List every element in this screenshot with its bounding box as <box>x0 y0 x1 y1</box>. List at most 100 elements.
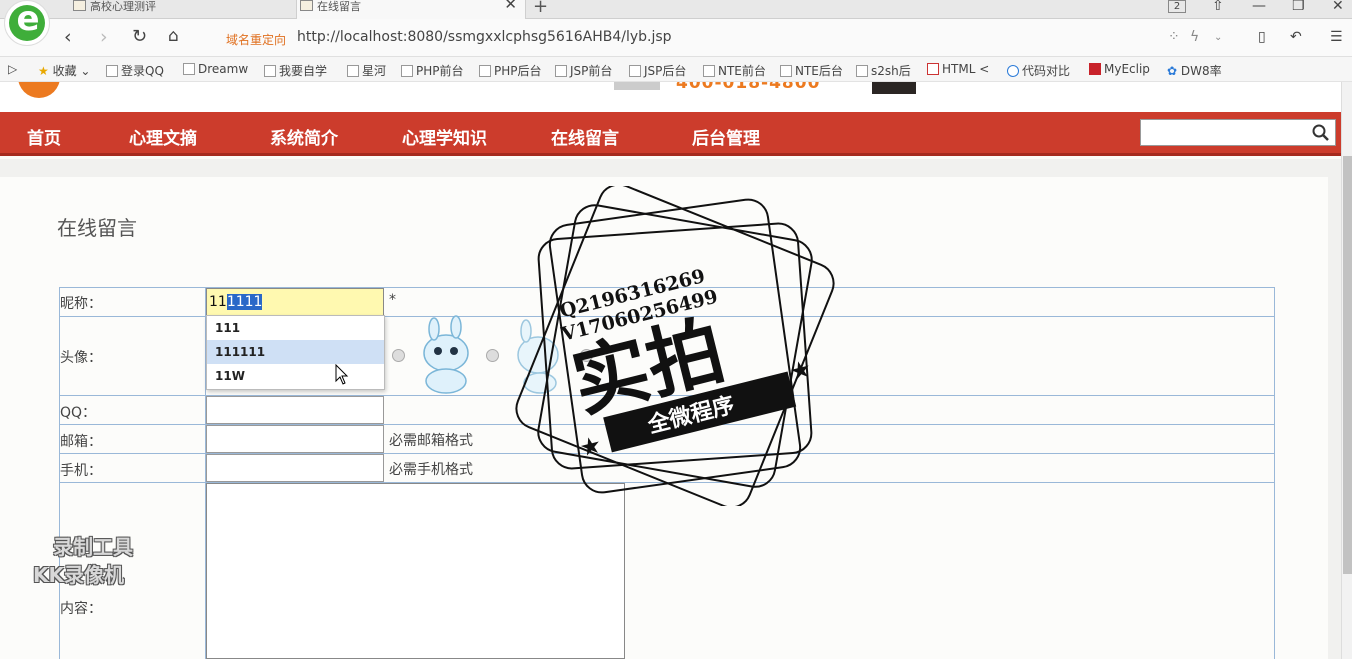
tab-online-message[interactable]: 在线留言 ✕ <box>296 0 526 20</box>
autocomplete-option[interactable]: 11W <box>207 364 384 388</box>
bookmark-item[interactable]: s2sh后 <box>856 62 911 79</box>
menu-icon[interactable]: ☰ <box>1330 29 1343 45</box>
recorder-watermark: 录制工具 KK录像机 <box>33 533 133 589</box>
bookmark-item[interactable]: HTML < <box>927 62 989 76</box>
reload-icon[interactable]: ↻ <box>132 26 147 47</box>
phone-hint: 必需手机格式 <box>389 462 473 478</box>
nickname-typed-text: 11 <box>209 294 227 310</box>
chevron-down-icon[interactable]: ⌄ <box>1214 32 1222 43</box>
nickname-input[interactable]: 111111 <box>206 288 384 316</box>
phone-input[interactable] <box>206 454 384 482</box>
page-icon <box>300 0 313 11</box>
nav-home[interactable]: 首页 <box>27 124 61 149</box>
browser-window: 高校心理测评 在线留言 ✕ + 2 ⇧ — ❐ ✕ e ‹ › ↻ ⌂ 域名重定… <box>0 0 1352 659</box>
redirect-label[interactable]: 域名重定向 <box>226 31 286 48</box>
page-scrollbar[interactable] <box>1341 82 1352 659</box>
phone-label: 手机： <box>60 463 102 479</box>
page-icon <box>780 65 792 77</box>
page-icon <box>73 0 86 11</box>
close-icon[interactable]: ✕ <box>504 0 517 12</box>
header-decoration <box>614 82 660 90</box>
tab-bar: 高校心理测评 在线留言 ✕ + 2 ⇧ — ❐ ✕ <box>0 0 1352 20</box>
nickname-label: 昵称： <box>60 296 102 312</box>
apps-icon[interactable]: ⁘ <box>1168 29 1180 45</box>
nav-psych-knowledge[interactable]: 心理学知识 <box>402 124 487 149</box>
restore-icon[interactable]: ❐ <box>1292 0 1305 14</box>
nav-psych-digest[interactable]: 心理文摘 <box>129 124 197 149</box>
page-icon <box>479 65 491 77</box>
avatar-radio[interactable] <box>392 349 405 362</box>
lightning-icon[interactable]: ϟ <box>1190 29 1199 45</box>
tab-label: 高校心理测评 <box>90 0 156 13</box>
back-icon[interactable]: ‹ <box>64 26 72 48</box>
bookmark-item[interactable]: ★ 收藏 ⌄ <box>38 62 90 79</box>
qq-label: QQ： <box>60 405 97 421</box>
dreamweaver-icon <box>183 63 195 75</box>
email-input[interactable] <box>206 425 384 453</box>
logo-e-icon: e <box>16 0 40 39</box>
pin-icon[interactable]: ⇧ <box>1212 0 1224 14</box>
new-tab-icon[interactable]: + <box>533 0 548 17</box>
autocomplete-dropdown: 111 111111 11W <box>206 315 385 390</box>
bookmarks-toggle-icon[interactable]: ▷ <box>8 62 17 76</box>
bookmark-item[interactable]: PHP后台 <box>479 62 542 79</box>
page-icon <box>629 65 641 77</box>
autocomplete-option[interactable]: 111 <box>207 316 384 340</box>
main-nav: 首页 心理文摘 系统简介 心理学知识 在线留言 后台管理 <box>0 112 1341 156</box>
content-textarea[interactable] <box>206 483 625 659</box>
site-search-input[interactable] <box>1140 119 1336 146</box>
undo-icon[interactable]: ↶ <box>1290 29 1302 45</box>
bookmark-item[interactable]: NTE前台 <box>703 62 766 79</box>
star-icon: ★ <box>38 64 49 78</box>
content-label: 内容： <box>60 601 102 617</box>
page-icon <box>264 65 276 77</box>
scrollbar-thumb[interactable] <box>1343 156 1352 574</box>
bookmark-item[interactable]: 星河 <box>347 62 386 79</box>
email-hint: 必需邮箱格式 <box>389 433 473 449</box>
browser-logo[interactable]: e <box>4 0 50 46</box>
header-photo <box>872 82 916 94</box>
bookmark-item[interactable]: ✿ DW8率 <box>1167 62 1222 79</box>
page-icon <box>703 65 715 77</box>
forward-icon[interactable]: › <box>100 26 108 48</box>
page-title: 在线留言 <box>57 216 137 240</box>
bookmark-item[interactable]: NTE后台 <box>780 62 843 79</box>
qq-input[interactable] <box>206 396 384 424</box>
search-icon[interactable] <box>1311 123 1331 143</box>
bookmark-item[interactable]: Dreamw <box>183 62 248 76</box>
tab-psych-test[interactable]: 高校心理测评 <box>70 0 292 19</box>
bookmark-item[interactable]: 代码对比 <box>1007 62 1070 79</box>
window-close-icon[interactable]: ✕ <box>1332 0 1344 14</box>
nav-online-message[interactable]: 在线留言 <box>551 124 619 149</box>
mouse-cursor-icon <box>335 364 349 385</box>
nickname-selected-text: 1111 <box>226 294 263 310</box>
recorder-line2: KK录像机 <box>33 563 124 587</box>
url-field[interactable]: http://localhost:8080/ssmgxxlcphsg5616AH… <box>297 29 672 45</box>
nav-system-intro[interactable]: 系统简介 <box>270 124 338 149</box>
avatar-label: 头像： <box>60 350 102 366</box>
bookmark-item[interactable]: 登录QQ <box>106 62 164 79</box>
avatar-radio[interactable] <box>486 349 499 362</box>
stamp-watermark: Q2196316269 V17060256499 实拍 全微程序 ★ ★ <box>515 186 835 506</box>
bookmark-item[interactable]: JSP前台 <box>555 62 612 79</box>
hotline-number: 400-018-4800 <box>676 82 821 93</box>
bookmark-item[interactable]: MyEclip <box>1089 62 1150 76</box>
nav-admin[interactable]: 后台管理 <box>692 124 760 149</box>
site-header: 400-018-4800 <box>0 82 1341 112</box>
address-bar: ‹ › ↻ ⌂ 域名重定向 http://localhost:8080/ssmg… <box>0 19 1352 57</box>
required-mark: * <box>389 292 396 308</box>
page-icon <box>555 65 567 77</box>
qq-icon <box>106 65 118 77</box>
avatar-image[interactable] <box>410 315 480 395</box>
site-logo <box>18 82 60 98</box>
bookmark-item[interactable]: 我要自学 <box>264 62 327 79</box>
bookmark-icon[interactable]: ▯ <box>1258 29 1266 45</box>
home-icon[interactable]: ⌂ <box>168 26 179 46</box>
tab-count-badge[interactable]: 2 <box>1168 0 1186 13</box>
bookmark-item[interactable]: JSP后台 <box>629 62 686 79</box>
minimize-icon[interactable]: — <box>1252 0 1266 14</box>
autocomplete-option[interactable]: 111111 <box>207 340 384 364</box>
bookmark-item[interactable]: PHP前台 <box>401 62 464 79</box>
paw-icon: ✿ <box>1167 64 1178 78</box>
page-icon <box>347 65 359 77</box>
